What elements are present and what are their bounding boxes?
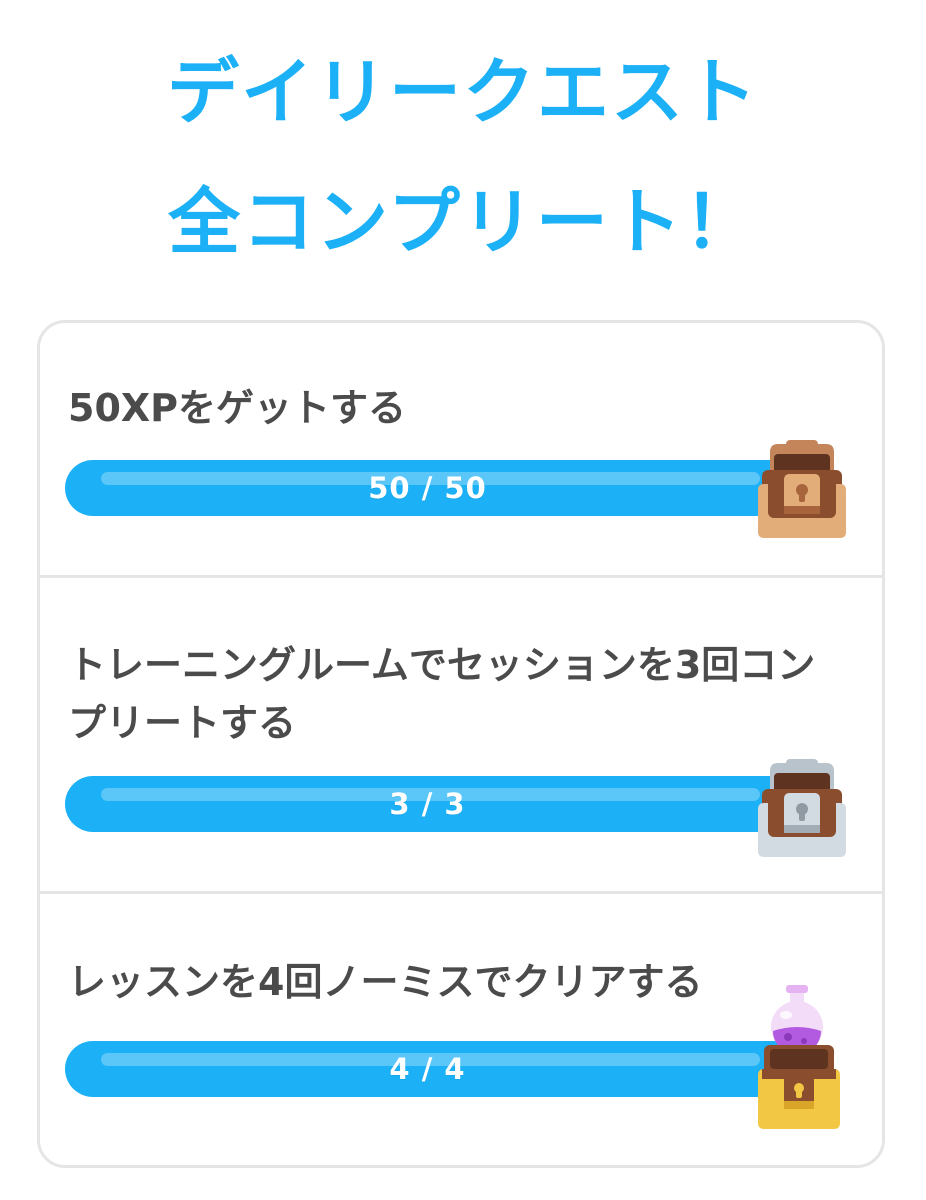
page-title-line1: デイリークエスト — [166, 50, 759, 134]
gold-chest-potion-icon — [758, 985, 840, 1129]
page-title-line2: 全コンプリート！ — [168, 180, 758, 264]
quest-item-lessons: レッスンを4回ノーミスでクリアする 4 / 4 — [40, 893, 882, 1168]
daily-quests-card: 50XPをゲットする 50 / 50 トレーニングルームでセッションを3回コンプ… — [37, 320, 885, 1168]
progress-label: 3 / 3 — [389, 787, 466, 821]
quest-title: レッスンを4回ノーミスでクリアする — [68, 960, 703, 1004]
progress-bar: 3 / 3 — [65, 776, 790, 832]
progress-label: 4 / 4 — [389, 1052, 466, 1086]
quest-item-training: トレーニングルームでセッションを3回コンプリートする 3 / 3 — [40, 576, 882, 893]
progress-bar: 50 / 50 — [65, 460, 790, 516]
progress-label: 50 / 50 — [368, 471, 487, 505]
quest-title: 50XPをゲットする — [68, 386, 407, 430]
quest-title: トレーニングルームでセッションを3回コンプリートする — [68, 643, 816, 745]
bronze-chest-icon — [758, 440, 846, 538]
quest-item-xp: 50XPをゲットする 50 / 50 — [40, 323, 882, 576]
silver-chest-icon — [758, 759, 846, 857]
progress-bar: 4 / 4 — [65, 1041, 790, 1097]
